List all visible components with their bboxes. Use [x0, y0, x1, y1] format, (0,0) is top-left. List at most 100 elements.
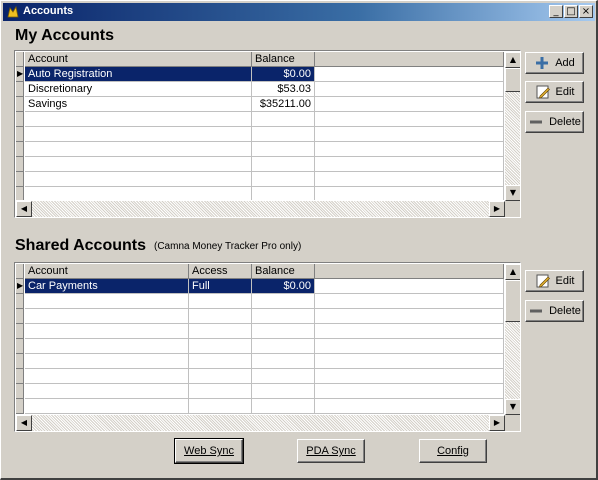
scroll-left-icon[interactable]: ◀ [16, 415, 32, 431]
row-indicator[interactable] [16, 354, 24, 369]
cell-balance[interactable] [252, 142, 315, 157]
row-indicator[interactable]: ▶ [16, 67, 24, 82]
cell-balance[interactable] [252, 354, 315, 369]
cell-access[interactable] [189, 339, 252, 354]
row-indicator[interactable] [16, 384, 24, 399]
cell-balance[interactable]: $35211.00 [252, 97, 315, 112]
shared-delete-button[interactable]: Delete [525, 300, 584, 322]
cell-account[interactable] [25, 384, 189, 399]
config-button[interactable]: Config [419, 439, 487, 463]
row-indicator[interactable] [16, 369, 24, 384]
shared-accounts-horizontal-scrollbar[interactable]: ◀ ▶ [16, 415, 505, 431]
scroll-up-icon[interactable]: ▲ [505, 52, 520, 68]
row-indicator[interactable] [16, 339, 24, 354]
my-accounts-vertical-scrollbar[interactable]: ▲ ▼ [505, 52, 520, 201]
cell-balance[interactable] [252, 324, 315, 339]
cell-account[interactable] [25, 339, 189, 354]
column-header-access[interactable]: Access [189, 264, 252, 279]
cell-account[interactable] [25, 369, 189, 384]
column-header-blank [315, 264, 504, 279]
cell-account[interactable] [25, 399, 189, 414]
cell-account[interactable] [25, 142, 252, 157]
cell-access[interactable] [189, 384, 252, 399]
cell-access[interactable]: Full [189, 279, 252, 294]
web-sync-button[interactable]: Web Sync [174, 438, 244, 464]
cell-access[interactable] [189, 309, 252, 324]
column-header-account[interactable]: Account [25, 264, 189, 279]
title-bar[interactable]: Accounts _ □ × [3, 3, 595, 21]
scroll-corner [505, 415, 520, 431]
row-indicator[interactable] [16, 112, 24, 127]
shared-edit-button[interactable]: Edit [525, 270, 584, 292]
scroll-up-icon[interactable]: ▲ [505, 264, 520, 280]
cell-access[interactable] [189, 354, 252, 369]
cell-account[interactable] [25, 127, 252, 142]
cell-account[interactable] [25, 294, 189, 309]
row-indicator[interactable] [16, 97, 24, 112]
cell-balance[interactable] [252, 369, 315, 384]
row-indicator[interactable] [16, 142, 24, 157]
scroll-left-icon[interactable]: ◀ [16, 201, 32, 217]
my-accounts-horizontal-scrollbar[interactable]: ◀ ▶ [16, 201, 505, 217]
scroll-right-icon[interactable]: ▶ [489, 201, 505, 217]
cell-balance[interactable] [252, 309, 315, 324]
cell-account[interactable] [25, 157, 252, 172]
scroll-corner [505, 201, 520, 217]
row-indicator[interactable]: ▶ [16, 279, 24, 294]
cell-balance[interactable] [252, 399, 315, 414]
minimize-button[interactable]: _ [549, 5, 563, 18]
cell-access[interactable] [189, 369, 252, 384]
cell-account[interactable] [25, 354, 189, 369]
add-button[interactable]: Add [525, 52, 584, 74]
cell-balance[interactable]: $53.03 [252, 82, 315, 97]
cell-balance[interactable] [252, 339, 315, 354]
cell-account[interactable]: Auto Registration [25, 67, 252, 82]
pda-sync-button[interactable]: PDA Sync [297, 439, 365, 463]
scroll-thumb[interactable] [505, 68, 520, 92]
cell-balance[interactable]: $0.00 [252, 67, 315, 82]
scroll-down-icon[interactable]: ▼ [505, 399, 520, 415]
cell-balance[interactable]: $0.00 [252, 279, 315, 294]
cell-balance[interactable] [252, 112, 315, 127]
row-indicator[interactable] [16, 187, 24, 200]
close-button[interactable]: × [579, 5, 593, 18]
scroll-down-icon[interactable]: ▼ [505, 185, 520, 201]
edit-button-label: Edit [555, 86, 575, 98]
cell-balance[interactable] [252, 294, 315, 309]
cell-account[interactable] [25, 324, 189, 339]
cell-balance[interactable] [252, 384, 315, 399]
scroll-right-icon[interactable]: ▶ [489, 415, 505, 431]
column-header-balance[interactable]: Balance [252, 52, 315, 67]
maximize-button[interactable]: □ [564, 5, 578, 18]
cell-account[interactable]: Discretionary [25, 82, 252, 97]
row-indicator[interactable] [16, 127, 24, 142]
cell-access[interactable] [189, 324, 252, 339]
cell-account[interactable]: Car Payments [25, 279, 189, 294]
edit-button[interactable]: Edit [525, 81, 584, 103]
row-indicator[interactable] [16, 324, 24, 339]
row-indicator[interactable] [16, 82, 24, 97]
cell-access[interactable] [189, 399, 252, 414]
cell-balance[interactable] [252, 157, 315, 172]
shared-accounts-grid[interactable]: Account Access Balance ▶ Car Payments Full… [14, 262, 521, 432]
row-indicator[interactable] [16, 294, 24, 309]
shared-accounts-vertical-scrollbar[interactable]: ▲ ▼ [505, 264, 520, 415]
cell-balance[interactable] [252, 172, 315, 187]
row-indicator[interactable] [16, 309, 24, 324]
my-accounts-grid[interactable]: Account Balance ▶ Auto Registration $0.00 D… [14, 50, 521, 218]
cell-account[interactable] [25, 172, 252, 187]
column-header-balance[interactable]: Balance [252, 264, 315, 279]
delete-button[interactable]: Delete [525, 111, 584, 133]
cell-account[interactable] [25, 309, 189, 324]
row-indicator[interactable] [16, 157, 24, 172]
cell-account[interactable] [25, 187, 252, 200]
cell-access[interactable] [189, 294, 252, 309]
row-indicator[interactable] [16, 172, 24, 187]
cell-account[interactable] [25, 112, 252, 127]
cell-balance[interactable] [252, 127, 315, 142]
cell-account[interactable]: Savings [25, 97, 252, 112]
column-header-account[interactable]: Account [25, 52, 252, 67]
cell-balance[interactable] [252, 187, 315, 200]
scroll-thumb[interactable] [505, 280, 520, 322]
row-indicator[interactable] [16, 399, 24, 414]
